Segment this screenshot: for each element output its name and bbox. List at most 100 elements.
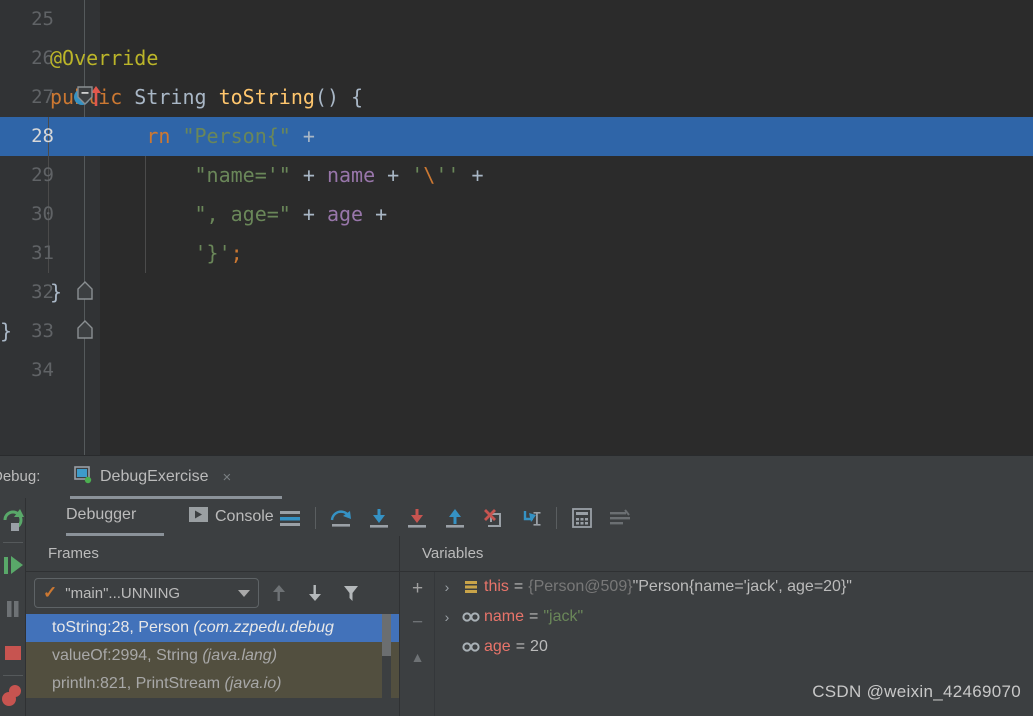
code-line-text: ", age=" + age + [0, 195, 1033, 234]
mute-breakpoints-icon[interactable] [0, 676, 26, 716]
code-fold-handle[interactable] [76, 318, 94, 344]
code-line-text: "name='" + name + '\'' + [0, 156, 1033, 195]
code-token: String [134, 85, 219, 109]
frame-package: (com.zzpedu.debug [193, 619, 334, 636]
frames-down-button[interactable] [299, 578, 331, 608]
stop-icon[interactable] [0, 631, 26, 675]
code-token: + [375, 163, 412, 187]
code-fold-handle[interactable] [76, 279, 94, 305]
variable-reference: {Person@509} [528, 578, 633, 595]
code-token: "Person{" [182, 124, 291, 148]
chevron-down-icon [238, 589, 250, 597]
close-tab-icon[interactable]: × [223, 469, 232, 486]
code-line-text: public String toString() { [0, 78, 1033, 117]
debugger-tabs-row: Debugger Console [26, 498, 1033, 536]
watermark: CSDN @weixin_42469070 [812, 682, 1021, 701]
variable-row[interactable]: › name = "jack" [436, 602, 1033, 632]
code-token: () { [314, 85, 364, 109]
thread-selector-label: "main"...UNNING [65, 584, 181, 602]
run-configuration-tab[interactable]: DebugExercise × [72, 462, 231, 492]
code-token: age [326, 202, 364, 226]
code-token: ", age=" [50, 202, 291, 226]
tab-console-label: Console [215, 508, 274, 525]
code-line[interactable]: 32} [0, 273, 1033, 312]
frame-row[interactable]: valueOf:2994, String (java.lang) [26, 642, 399, 670]
step-into-icon[interactable] [360, 503, 398, 533]
code-line[interactable]: 34 [0, 351, 1033, 390]
code-token: "name='" [50, 163, 291, 187]
frame-row[interactable]: println:821, PrintStream (java.io) [26, 670, 399, 698]
show-execution-point-icon[interactable] [271, 503, 309, 533]
console-play-icon [189, 506, 208, 528]
pause-program-icon[interactable] [0, 587, 26, 631]
code-token: @Override [50, 46, 159, 70]
variable-value: "jack" [543, 608, 584, 625]
code-token: + [290, 163, 327, 187]
debug-header: Debug: DebugExercise × [0, 456, 1033, 499]
line-number: 34 [31, 359, 54, 381]
code-line[interactable]: 28 return "Person{" + [0, 117, 1033, 156]
thread-selector[interactable]: ✓ "main"...UNNING [34, 578, 259, 608]
add-watch-button[interactable]: + [400, 572, 435, 606]
frames-filter-button[interactable] [335, 578, 367, 608]
layout-settings-icon[interactable] [601, 503, 639, 533]
drop-frame-icon[interactable] [474, 503, 512, 533]
code-line[interactable]: 30 ", age=" + age + [0, 195, 1033, 234]
rerun-icon[interactable] [0, 498, 26, 542]
variable-row[interactable]: ›age=20 [436, 632, 1033, 662]
debug-actions-strip[interactable] [0, 498, 26, 716]
toolbar-divider-1 [315, 507, 316, 529]
code-line[interactable]: 33} [0, 312, 1033, 351]
object-field-icon [458, 579, 484, 595]
remove-watch-button[interactable]: − [400, 606, 435, 640]
expand-arrow-icon[interactable]: › [436, 602, 458, 632]
watch-up-button[interactable]: ▲ [400, 640, 435, 674]
code-editor[interactable]: 2526@Override27public String toString() … [0, 0, 1033, 455]
frame-row[interactable]: toString:28, Person (com.zzpedu.debug [26, 614, 399, 642]
evaluate-expression-icon[interactable] [563, 503, 601, 533]
run-to-cursor-icon[interactable] [512, 503, 550, 533]
frames-list[interactable]: toString:28, Person (com.zzpedu.debug val… [26, 614, 399, 714]
resume-program-icon[interactable] [0, 543, 26, 587]
code-line[interactable]: 27public String toString() { [0, 78, 1033, 117]
thread-running-icon: ✓ [43, 583, 58, 602]
code-line[interactable]: 31 '}'; [0, 234, 1033, 273]
expand-arrow-icon[interactable]: › [436, 572, 458, 602]
code-token: } [50, 280, 63, 304]
step-over-icon[interactable] [322, 503, 360, 533]
code-line-text: '}'; [0, 234, 1033, 273]
variable-equals: = [529, 608, 539, 625]
step-out-icon[interactable] [436, 503, 474, 533]
code-line[interactable]: 25 [0, 0, 1033, 39]
code-line[interactable]: 26 @Override [0, 39, 1033, 78]
code-token: + [363, 202, 388, 226]
variables-title: Variables [400, 536, 1033, 572]
tab-console[interactable]: Console [189, 506, 274, 528]
code-token: + [290, 202, 327, 226]
frames-scrollbar-thumb[interactable] [382, 614, 391, 656]
code-line[interactable]: 29 "name='" + name + '\'' + [0, 156, 1033, 195]
variable-row[interactable]: › this = {Person@509} "Person{name='jack', … [436, 572, 1033, 602]
frames-up-button[interactable] [263, 578, 295, 608]
run-config-icon [72, 465, 92, 489]
code-token: \ [423, 163, 436, 187]
frame-method: valueOf:2994, String [52, 647, 203, 664]
code-fold-handle[interactable] [76, 85, 94, 111]
variables-side-toolbar: + − ▲ [400, 572, 435, 716]
code-token: ; [230, 241, 243, 265]
frame-package: (java.io) [224, 675, 282, 692]
code-line-text: return "Person{" + [0, 117, 1033, 156]
variable-equals: = [513, 578, 524, 595]
debug-panel-label: Debug: [0, 468, 41, 485]
code-line-text: } [0, 312, 1033, 351]
frames-title: Frames [26, 536, 399, 572]
force-step-into-icon[interactable] [398, 503, 436, 533]
code-token: } [0, 319, 13, 343]
code-token: + [290, 124, 315, 148]
tab-debugger[interactable]: Debugger [66, 506, 136, 524]
variable-name: name [484, 608, 525, 625]
code-line-text: } [0, 273, 1033, 312]
frame-method: toString:28, Person [52, 619, 194, 636]
variables-list[interactable]: › this = {Person@509} "Person{name='jack', … [436, 572, 1033, 662]
code-lines: 2526@Override27public String toString() … [0, 0, 1033, 390]
